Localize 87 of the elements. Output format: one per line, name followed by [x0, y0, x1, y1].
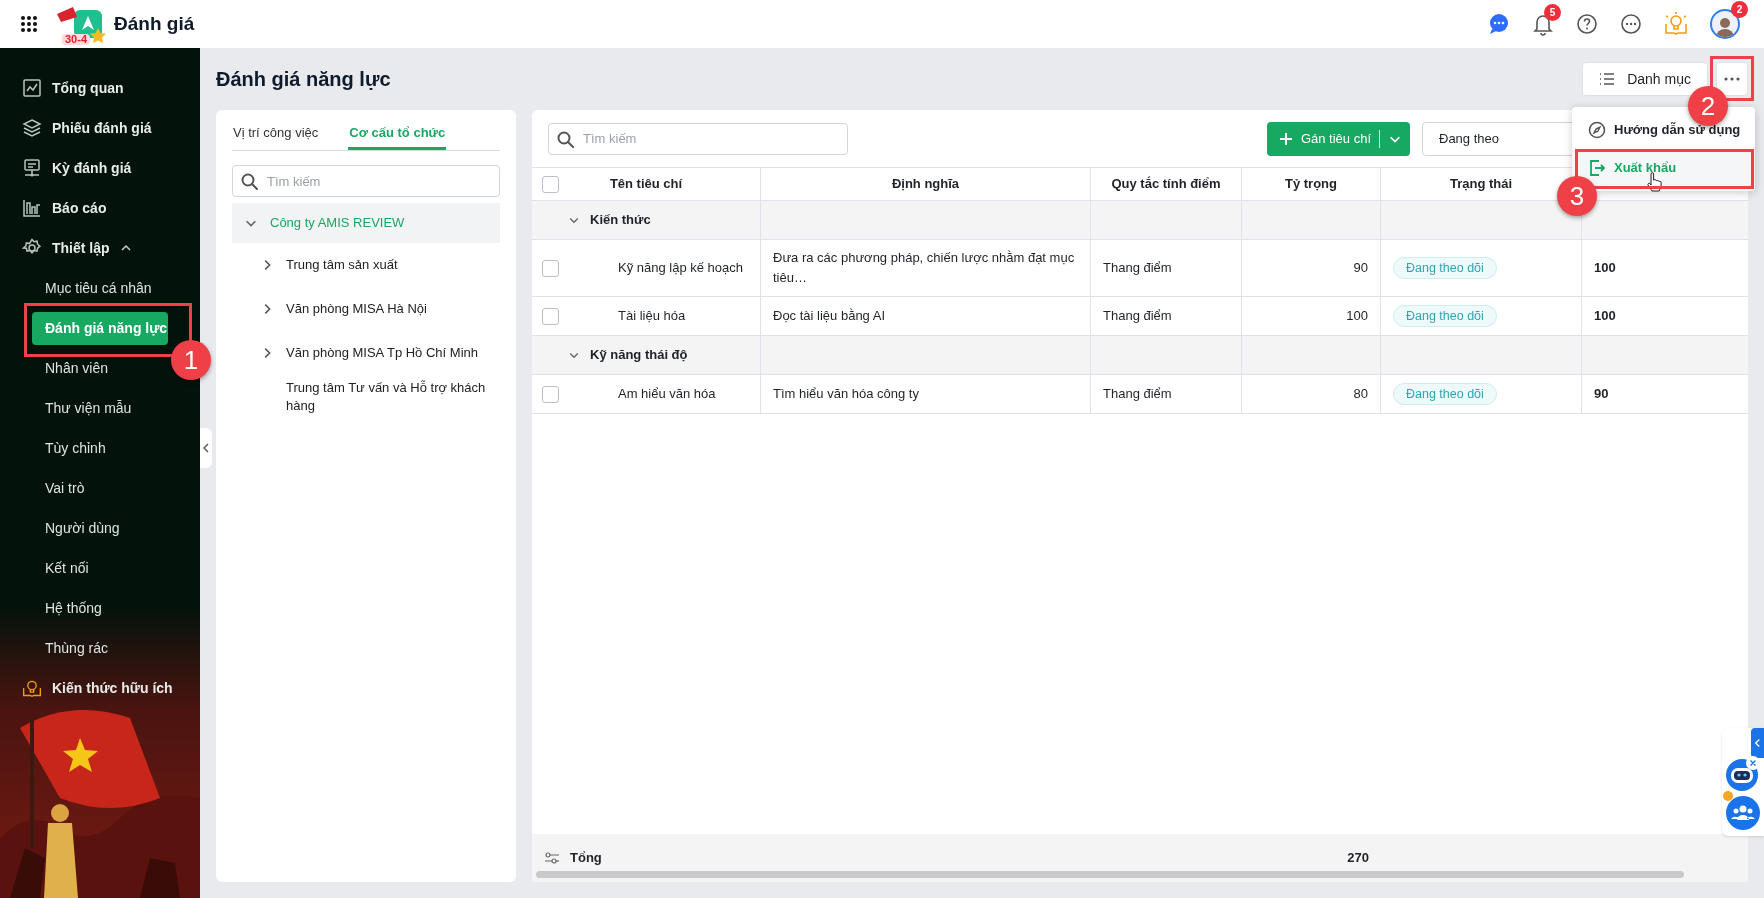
sliders-icon: [544, 851, 560, 865]
table-cell-text: Am hiểu văn hóa: [618, 385, 716, 404]
table-cell-text: Thang điểm: [1103, 259, 1172, 278]
total-label: Tổng: [570, 849, 602, 868]
row-checkbox[interactable]: [542, 307, 559, 325]
help-icon[interactable]: [1576, 13, 1598, 35]
table-cell-text: 100: [1594, 259, 1616, 278]
sidebar-item[interactable]: Thư viện mẫu: [45, 397, 132, 419]
table-cell-text: Đọc tài liệu bằng AI: [773, 307, 886, 325]
chat-icon[interactable]: [1488, 13, 1510, 35]
list-icon: [1599, 72, 1616, 86]
sidebar-item[interactable]: Tùy chỉnh: [45, 437, 106, 459]
status-dot-icon: [1723, 791, 1733, 801]
catalog-button[interactable]: Danh mục: [1582, 62, 1708, 96]
column-header: Quy tắc tính điểm: [1111, 175, 1221, 194]
sidebar-item[interactable]: Người dùng: [45, 517, 120, 539]
column-header: Trạng thái: [1449, 175, 1513, 194]
sidebar-item[interactable]: Thùng rác: [45, 637, 109, 659]
column-header: Tên tiêu chí: [609, 175, 683, 194]
sidebar-item[interactable]: Kết nối: [45, 557, 89, 579]
apps-grid-icon[interactable]: [20, 15, 38, 33]
tree-item[interactable]: Văn phòng MISA Hà Nội: [286, 300, 427, 318]
notification-badge: 5: [1544, 4, 1561, 21]
sidebar-item[interactable]: Mục tiêu cá nhân: [45, 277, 152, 299]
group-title: Kỹ năng thái độ: [590, 346, 688, 365]
presentation-icon: [22, 158, 42, 178]
close-icon[interactable]: [1746, 756, 1760, 770]
more-icon[interactable]: [1620, 13, 1642, 35]
sidebar-item[interactable]: Báo cáo: [0, 188, 200, 228]
table-cell-text: 90: [1353, 259, 1368, 278]
compass-icon: [1588, 121, 1606, 139]
avatar-badge: 2: [1731, 1, 1748, 18]
bar-chart-icon: [22, 198, 42, 218]
plus-icon: [1278, 131, 1293, 146]
sidebar-item[interactable]: Nhân viên: [45, 357, 109, 379]
horizontal-scrollbar[interactable]: [536, 871, 1684, 878]
search-field[interactable]: Tìm kiếm: [548, 122, 848, 155]
table-cell-text: Kỹ năng lập kế hoạch: [618, 259, 744, 278]
tab[interactable]: Vị trí công việc: [233, 118, 319, 150]
more-icon: [1724, 77, 1740, 81]
table-cell-text: Tìm hiểu văn hóa công ty: [773, 385, 919, 403]
table-cell-text: Tài liệu hóa: [618, 307, 686, 326]
lightbulb-book-icon: [22, 678, 42, 698]
tree-item[interactable]: Trung tâm Tư vấn và Hỗ trợ khách hàng: [286, 379, 500, 415]
sidebar-item[interactable]: Vai trò: [45, 477, 85, 499]
table-cell-text: 80: [1353, 385, 1368, 404]
more-button[interactable]: [1716, 62, 1748, 96]
column-header: Tỷ trọng: [1285, 175, 1337, 194]
group-title: Kiến thức: [590, 211, 651, 230]
sidebar-link[interactable]: Kiến thức hữu ích: [52, 677, 173, 699]
step-number-tooltip: 1: [171, 340, 211, 380]
page-title: Đánh giá năng lực: [216, 67, 391, 92]
total-value: 270: [1347, 849, 1369, 868]
search-icon: [556, 129, 574, 148]
sidebar-item[interactable]: Thiết lập: [0, 228, 200, 268]
table-cell-text: 100: [1594, 307, 1616, 326]
status-badge: Đang theo dõi: [1393, 257, 1497, 279]
export-icon: [1588, 159, 1606, 177]
chevron-left-icon: [202, 443, 210, 453]
chevron-left-icon: [1754, 738, 1761, 748]
person-silhouette-icon: [1715, 15, 1735, 37]
table-cell-text: Đưa ra các phương pháp, chiến lược nhằm đạt mục tiêu…: [773, 249, 1076, 287]
sidebar-item[interactable]: Hệ thống: [45, 597, 102, 619]
status-badge: Đang theo dõi: [1393, 305, 1497, 327]
tree-item[interactable]: Trung tâm sản xuất: [286, 256, 398, 274]
group-icon[interactable]: [1726, 796, 1760, 830]
search-field[interactable]: Tìm kiếm: [232, 165, 500, 197]
table-cell-text: Thang điểm: [1103, 385, 1172, 404]
table-cell-text: 100: [1346, 307, 1368, 326]
layers-icon: [22, 118, 42, 138]
logo-badge: 30-4: [62, 34, 91, 45]
sidebar-item[interactable]: Kỳ đánh giá: [0, 148, 200, 188]
tree-item[interactable]: Văn phòng MISA Tp Hồ Chí Minh: [286, 344, 478, 362]
table-cell-text: Thang điểm: [1103, 307, 1172, 326]
column-header: Định nghĩa: [891, 175, 960, 194]
select-all-checkbox[interactable]: [542, 175, 559, 193]
app-title: Đánh giá: [114, 11, 195, 36]
row-checkbox[interactable]: [542, 385, 559, 403]
collapse-handle[interactable]: [200, 428, 212, 468]
chart-icon: [22, 78, 42, 98]
widget-toggle[interactable]: [1751, 728, 1764, 758]
status-badge: Đang theo dõi: [1393, 383, 1497, 405]
row-checkbox[interactable]: [542, 259, 559, 277]
sidebar-item[interactable]: Tổng quan: [0, 68, 200, 108]
table-cell-text: 90: [1594, 385, 1609, 404]
search-icon: [240, 172, 258, 190]
sidebar-item[interactable]: Phiếu đánh giá: [0, 108, 200, 148]
